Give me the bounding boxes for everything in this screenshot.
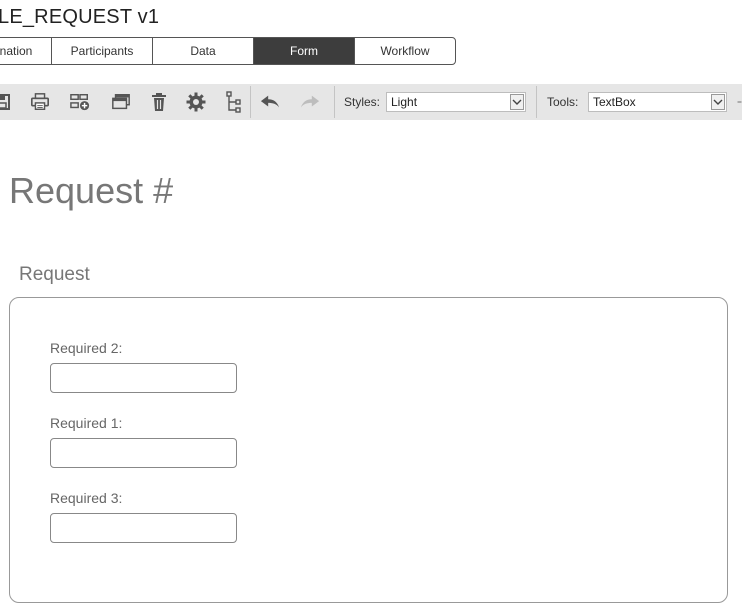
styles-label: Styles: [344,95,381,109]
required-3-label: Required 3: [50,490,123,506]
redo-icon[interactable] [300,92,320,112]
tab-workflow[interactable]: Workflow [355,38,455,64]
required-2-label: Required 2: [50,340,123,356]
tools-select-value: TextBox [593,95,636,109]
section-title: Request [19,264,90,285]
tab-data[interactable]: Data [153,38,254,64]
add-section-icon[interactable] [70,92,90,112]
toolbar-separator [536,86,537,118]
required-2-input[interactable] [50,363,237,393]
tab-form[interactable]: Form [254,38,355,64]
required-1-input[interactable] [50,438,237,468]
print-icon[interactable] [30,92,50,112]
toolbar: Styles: Light Tools: TextBox [0,84,742,120]
required-3-input[interactable] [50,513,237,543]
tab-bar: nation Participants Data Form Workflow [0,37,456,65]
toolbar-separator [334,86,335,118]
chevron-down-icon [711,94,725,110]
tools-select[interactable]: TextBox [588,92,727,112]
undo-icon[interactable] [260,92,280,112]
page-title: Request # [9,170,174,211]
tab-information[interactable]: nation [0,38,52,64]
overflow-arrow-icon[interactable] [736,92,742,112]
styles-select-value: Light [391,95,418,109]
tab-participants[interactable]: Participants [52,38,153,64]
app-title: LE_REQUEST v1 [0,6,160,28]
required-1-label: Required 1: [50,415,123,431]
styles-select[interactable]: Light [386,92,526,112]
save-icon[interactable] [0,92,12,112]
tree-icon[interactable] [224,91,244,113]
chevron-down-icon [510,94,524,110]
toolbar-separator [250,86,251,118]
trash-icon[interactable] [149,92,169,112]
tools-label: Tools: [547,95,579,109]
window-icon[interactable] [111,92,131,112]
settings-icon[interactable] [186,92,206,112]
